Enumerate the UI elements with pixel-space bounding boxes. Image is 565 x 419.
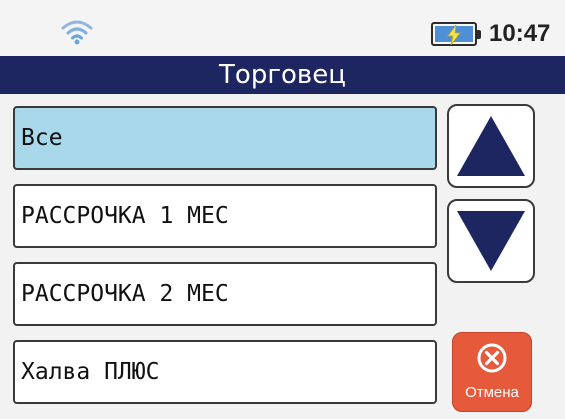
triangle-down-icon [457,211,525,271]
close-circle-icon [477,343,507,373]
wifi-icon [61,20,93,45]
title-bar: Торговец [0,56,565,94]
page-title: Торговец [219,60,346,90]
triangle-up-icon [457,116,525,176]
status-time: 10:47 [489,20,551,47]
scroll-up-button[interactable] [447,104,535,188]
cancel-label: Отмена [465,384,519,401]
scroll-down-button[interactable] [447,199,535,283]
list-item-label: РАССРОЧКА 1 МЕС [21,203,229,229]
list-item-halva-plus[interactable]: Халва ПЛЮС [13,340,437,404]
list-item-all[interactable]: Все [13,106,437,170]
list-item-installment-1-month[interactable]: РАССРОЧКА 1 МЕС [13,184,437,248]
status-bar: 10:47 [0,0,565,56]
battery-charging-icon [431,22,481,46]
cancel-button[interactable]: Отмена [452,332,532,412]
list-item-label: Все [21,125,63,151]
list-item-label: РАССРОЧКА 2 МЕС [21,281,229,307]
list-item-installment-2-months[interactable]: РАССРОЧКА 2 МЕС [13,262,437,326]
list-item-label: Халва ПЛЮС [21,359,160,385]
